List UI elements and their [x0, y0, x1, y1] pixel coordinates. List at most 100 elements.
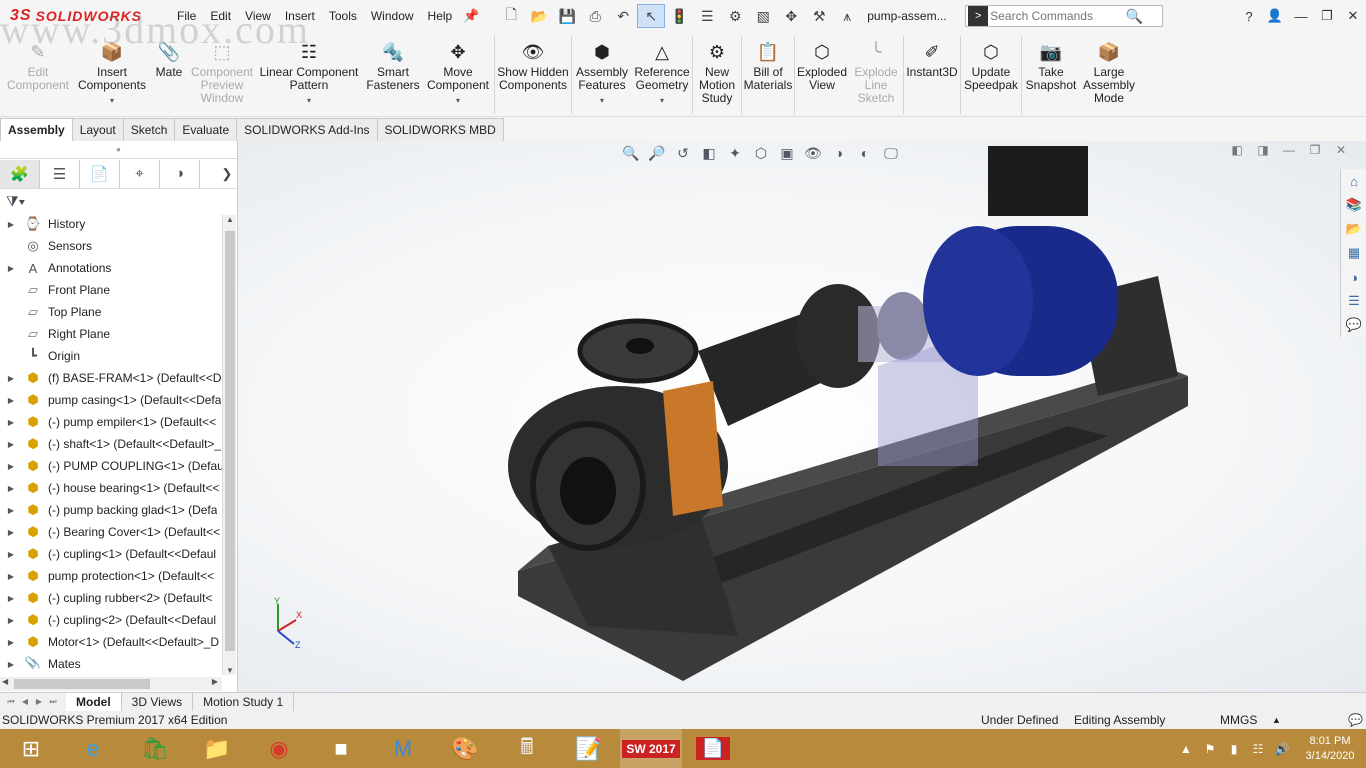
- custom-properties-icon[interactable]: ☰: [1341, 289, 1366, 313]
- 3ds-max-icon[interactable]: ■: [310, 729, 372, 768]
- tree-item-component[interactable]: ▶ ⬢ (-) pump backing glad<1> (Defa: [0, 499, 237, 521]
- bill-of-materials-button[interactable]: 📋 Bill of Materials: [742, 32, 794, 117]
- caret-icon[interactable]: ▾: [307, 94, 311, 107]
- pin-icon[interactable]: 📌: [459, 8, 483, 24]
- expand-arrow-icon[interactable]: ▶: [0, 506, 22, 515]
- dimxpert-tab-icon[interactable]: ⌖: [120, 159, 160, 188]
- exploded-view-button[interactable]: ⬡ Exploded View: [795, 32, 849, 117]
- help-icon[interactable]: ?: [1236, 9, 1262, 24]
- scroll-up-icon[interactable]: ▲: [223, 215, 237, 224]
- explorer-icon[interactable]: 📁: [186, 729, 248, 768]
- expand-arrow-icon[interactable]: ▶: [0, 374, 22, 383]
- file-explorer-icon[interactable]: 📂: [1341, 217, 1366, 241]
- collapse-right-icon[interactable]: ◨: [1250, 143, 1276, 157]
- menu-view[interactable]: View: [238, 0, 278, 32]
- appearance-icon[interactable]: ▧: [749, 4, 777, 28]
- edit-component-button[interactable]: ✎ Edit Component: [0, 32, 76, 117]
- configuration-manager-tab-icon[interactable]: 📄: [80, 159, 120, 188]
- tree-item-component[interactable]: ▶ ⬢ (-) PUMP COUPLING<1> (Defaul: [0, 455, 237, 477]
- tree-horizontal-scrollbar[interactable]: ◀ ▶: [0, 677, 222, 691]
- expand-arrow-icon[interactable]: ▶: [0, 220, 22, 229]
- scroll-thumb[interactable]: [225, 231, 235, 651]
- expand-arrow-icon[interactable]: ▶: [0, 572, 22, 581]
- restore-icon[interactable]: ❐: [1314, 8, 1340, 24]
- filter-icon[interactable]: ⧩▾: [6, 193, 25, 210]
- notes-icon[interactable]: 📝: [558, 729, 620, 768]
- forum-icon[interactable]: 💬: [1341, 313, 1366, 337]
- search-icon[interactable]: 🔍: [1122, 8, 1146, 25]
- view-palette-icon[interactable]: ▦: [1341, 241, 1366, 265]
- tab-sketch[interactable]: Sketch: [122, 118, 176, 141]
- tray-expand-icon[interactable]: ▲: [1174, 742, 1198, 756]
- store-icon[interactable]: 🛍: [124, 729, 186, 768]
- take-snapshot-button[interactable]: 📷 Take Snapshot: [1022, 32, 1080, 117]
- instant3d-button[interactable]: ✐ Instant3D: [904, 32, 960, 117]
- menu-file[interactable]: File: [170, 0, 203, 32]
- volume-icon[interactable]: 🔊: [1270, 742, 1294, 756]
- select-icon[interactable]: ↖: [637, 4, 666, 28]
- caret-icon[interactable]: ▾: [456, 94, 460, 107]
- battery-icon[interactable]: ▮: [1222, 742, 1246, 756]
- new-document-icon[interactable]: 🗋: [497, 4, 525, 28]
- tree-item-origin[interactable]: ┗ Origin: [0, 345, 237, 367]
- scroll-right-icon[interactable]: ▶: [212, 677, 218, 686]
- expand-arrow-icon[interactable]: ▶: [0, 440, 22, 449]
- tab-model[interactable]: Model: [66, 693, 122, 711]
- property-manager-tab-icon[interactable]: ☰: [40, 159, 80, 188]
- search-box[interactable]: > 🔍: [965, 5, 1164, 27]
- chrome-icon[interactable]: ◉: [248, 729, 310, 768]
- quick-tips-icon[interactable]: 💬: [1348, 713, 1363, 727]
- expand-arrow-icon[interactable]: ▶: [0, 638, 22, 647]
- menu-tools[interactable]: Tools: [322, 0, 364, 32]
- tree-item-component[interactable]: ▶ ⬢ (-) Bearing Cover<1> (Default<<: [0, 521, 237, 543]
- next-tab-icon[interactable]: ▶: [32, 697, 46, 707]
- tree-item-component[interactable]: ▶ ⬢ (-) cupling rubber<2> (Default<: [0, 587, 237, 609]
- pump-assembly-model[interactable]: [508, 136, 1208, 696]
- save-icon[interactable]: 💾: [553, 4, 581, 28]
- ie-icon[interactable]: e: [62, 729, 124, 768]
- user-icon[interactable]: 👤: [1262, 8, 1288, 24]
- explode-line-sketch-button[interactable]: ╰ Explode Line Sketch: [849, 32, 903, 117]
- large-assembly-mode-button[interactable]: 📦 Large Assembly Mode: [1080, 32, 1138, 117]
- last-tab-icon[interactable]: ⏭: [46, 697, 60, 707]
- minimize-icon[interactable]: ―: [1288, 9, 1314, 24]
- menu-insert[interactable]: Insert: [278, 0, 322, 32]
- expand-arrow-icon[interactable]: ▶: [0, 594, 22, 603]
- scroll-left-icon[interactable]: ◀: [2, 677, 8, 686]
- maya-icon[interactable]: M: [372, 729, 434, 768]
- tab-assembly[interactable]: Assembly: [0, 118, 73, 141]
- tools-icon[interactable]: ⚒: [805, 4, 833, 28]
- home-icon[interactable]: ⌂: [1341, 169, 1366, 193]
- menu-window[interactable]: Window: [364, 0, 421, 32]
- open-icon[interactable]: 📂: [525, 4, 553, 28]
- network-icon[interactable]: ☷: [1246, 742, 1270, 756]
- feature-manager-tab-icon[interactable]: 🧩: [0, 159, 40, 188]
- assembly-features-button[interactable]: ⬢ Assembly Features ▾: [572, 32, 632, 117]
- tree-item-component[interactable]: ▶ ⬢ (f) BASE-FRAM<1> (Default<<De: [0, 367, 237, 389]
- collapse-left-icon[interactable]: ◧: [1224, 143, 1250, 157]
- pdf-icon[interactable]: 📄: [682, 729, 744, 768]
- component-preview-button[interactable]: ⬚ Component Preview Window: [190, 32, 254, 117]
- tab-layout[interactable]: Layout: [71, 118, 124, 141]
- reference-geometry-button[interactable]: △ Reference Geometry ▾: [632, 32, 692, 117]
- menu-help[interactable]: Help: [421, 0, 460, 32]
- tree-item-component[interactable]: ▶ ⬢ Motor<1> (Default<<Default>_D: [0, 631, 237, 653]
- tree-item-front-plane[interactable]: ▱ Front Plane: [0, 279, 237, 301]
- design-library-icon[interactable]: 📚: [1341, 193, 1366, 217]
- expand-arrow-icon[interactable]: ▶: [0, 418, 22, 427]
- display-manager-tab-icon[interactable]: ◑: [160, 159, 200, 188]
- tree-item-component[interactable]: ▶ ⬢ (-) cupling<1> (Default<<Defaul: [0, 543, 237, 565]
- tab-solidworks-add-ins[interactable]: SOLIDWORKS Add-Ins: [236, 118, 378, 141]
- new-motion-study-button[interactable]: ⚙ New Motion Study: [693, 32, 741, 117]
- caret-icon[interactable]: ▾: [600, 94, 604, 107]
- menu-edit[interactable]: Edit: [203, 0, 238, 32]
- smart-fasteners-button[interactable]: 🔩 Smart Fasteners: [364, 32, 422, 117]
- caret-icon[interactable]: ▾: [660, 94, 664, 107]
- expand-arrow-icon[interactable]: ▶: [0, 550, 22, 559]
- units-selector[interactable]: MMGS: [1220, 713, 1257, 727]
- calculator-icon[interactable]: 🖩: [496, 729, 558, 768]
- restore-icon[interactable]: ❐: [1302, 143, 1328, 157]
- undo-icon[interactable]: ↶: [609, 4, 637, 28]
- rebuild-icon[interactable]: 🚦: [665, 4, 693, 28]
- expand-arrow-icon[interactable]: ▶: [0, 660, 22, 669]
